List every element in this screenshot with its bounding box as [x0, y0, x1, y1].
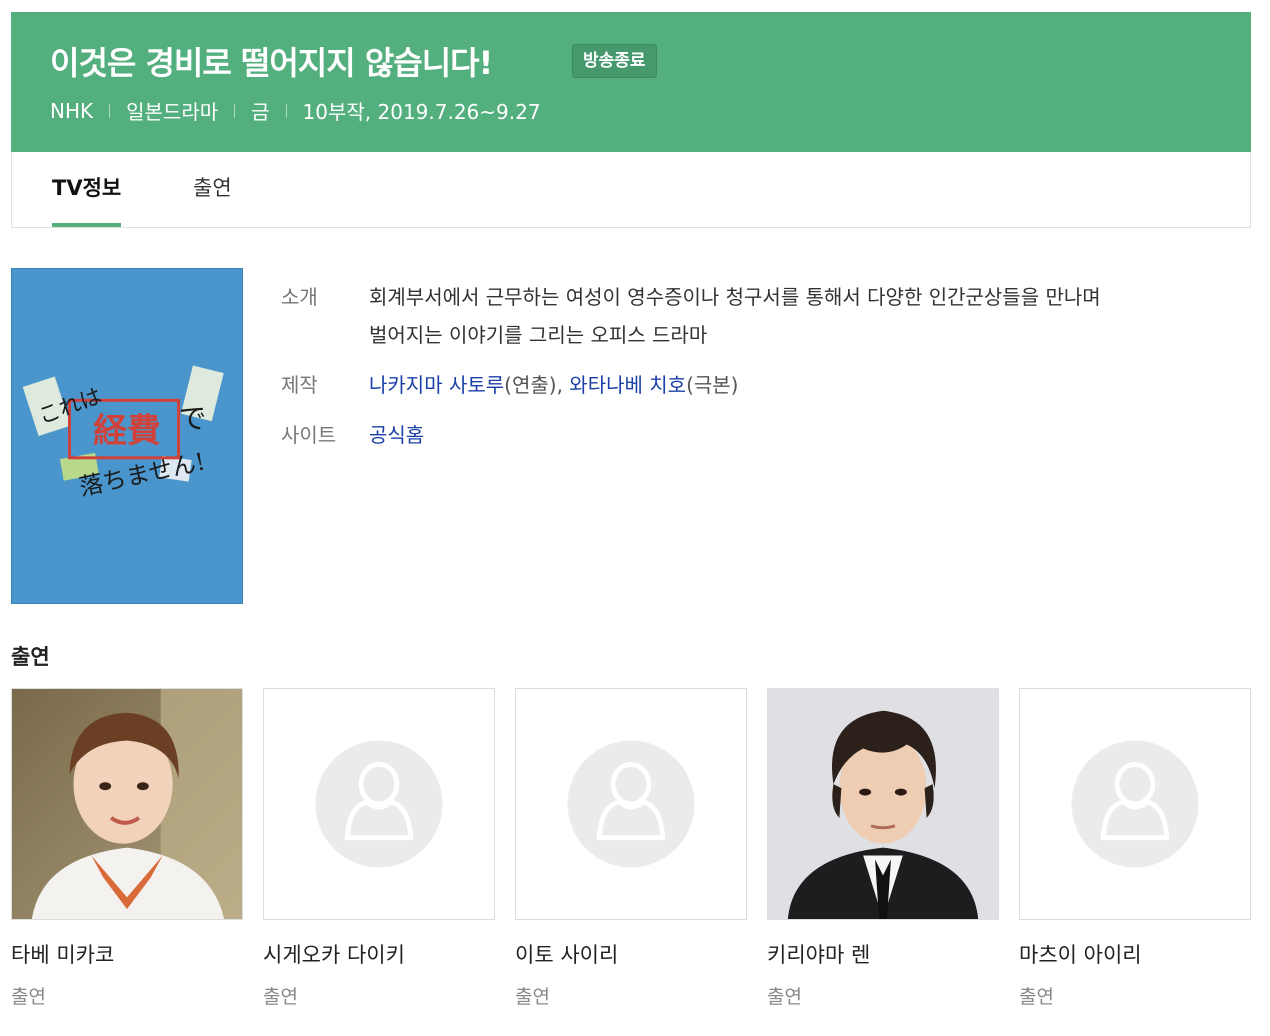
- cast-photo[interactable]: [1019, 688, 1251, 920]
- cast-role: 출연: [1019, 986, 1054, 1008]
- divider: [285, 103, 287, 118]
- person-placeholder-icon: [1071, 740, 1199, 868]
- day-label: 금: [251, 100, 270, 124]
- cast-card[interactable]: 키리야마 렌 출연: [767, 688, 999, 1009]
- cast-name[interactable]: 이토 사이리: [515, 939, 747, 969]
- status-badge: 방송종료: [572, 44, 657, 78]
- cast-photo[interactable]: [515, 688, 747, 920]
- cast-name[interactable]: 키리야마 렌: [767, 939, 999, 969]
- cast-role: 출연: [11, 986, 46, 1008]
- tab-tv-info[interactable]: TV정보: [52, 152, 122, 227]
- cast-card[interactable]: 마츠이 아이리 출연: [1019, 688, 1251, 1009]
- cast-name[interactable]: 시게오카 다이키: [263, 939, 495, 969]
- site-row: 사이트 공식홈: [281, 416, 1241, 454]
- person-photo: [768, 689, 998, 919]
- page-title: 이것은 경비로 떨어지지 않습니다!: [50, 44, 493, 82]
- cast-photo[interactable]: [767, 688, 999, 920]
- production-value: 나카지마 사토루(연출), 와타나베 치호(극본): [369, 366, 1209, 404]
- genre-label: 일본드라마: [126, 100, 219, 124]
- channel-label: NHK: [50, 98, 94, 123]
- intro-text: 회계부서에서 근무하는 여성이 영수증이나 청구서를 통해서 다양한 인간군상들…: [369, 278, 1209, 354]
- cast-name[interactable]: 마츠이 아이리: [1019, 939, 1251, 969]
- site-label: 사이트: [281, 423, 337, 447]
- program-info: 소개 회계부서에서 근무하는 여성이 영수증이나 청구서를 통해서 다양한 인간…: [281, 278, 1241, 466]
- cast-role: 출연: [515, 986, 550, 1008]
- official-site-link[interactable]: 공식홈: [369, 423, 424, 447]
- cast-card[interactable]: 타베 미카코 출연: [11, 688, 243, 1009]
- program-meta: NHK 일본드라마 금 10부작, 2019.7.26~9.27: [50, 96, 541, 125]
- cast-role: 출연: [263, 986, 298, 1008]
- intro-line: 회계부서에서 근무하는 여성이 영수증이나 청구서를 통해서 다양한 인간군상들…: [369, 285, 1101, 309]
- person-placeholder-icon: [567, 740, 695, 868]
- production-row: 제작 나카지마 사토루(연출), 와타나베 치호(극본): [281, 366, 1241, 404]
- episodes-label: 10부작, 2019.7.26~9.27: [302, 100, 541, 124]
- director-link[interactable]: 나카지마 사토루: [369, 373, 504, 397]
- intro-line: 벌어지는 이야기를 그리는 오피스 드라마: [369, 323, 708, 347]
- svg-text:で: で: [179, 402, 207, 435]
- intro-row: 소개 회계부서에서 근무하는 여성이 영수증이나 청구서를 통해서 다양한 인간…: [281, 278, 1241, 354]
- writer-link[interactable]: 와타나베 치호: [569, 373, 686, 397]
- tab-bar: TV정보 출연: [11, 152, 1251, 228]
- cast-name[interactable]: 타베 미카코: [11, 939, 243, 969]
- header-banner: 이것은 경비로 떨어지지 않습니다! 방송종료 NHK 일본드라마 금 10부작…: [11, 12, 1251, 152]
- cast-card[interactable]: 시게오카 다이키 출연: [263, 688, 495, 1009]
- cast-photo[interactable]: [263, 688, 495, 920]
- writer-role: (극본): [686, 373, 739, 397]
- poster-image[interactable]: 経費 これは 落ちません! で: [11, 268, 243, 604]
- director-role: (연출): [504, 373, 557, 397]
- tab-cast[interactable]: 출연: [193, 152, 232, 227]
- svg-text:経費: 経費: [93, 410, 160, 450]
- production-label: 제작: [281, 373, 318, 397]
- cast-card[interactable]: 이토 사이리 출연: [515, 688, 747, 1009]
- divider: [234, 103, 236, 118]
- poster-art: 経費 これは 落ちません! で: [12, 269, 242, 603]
- cast-role: 출연: [767, 986, 802, 1008]
- divider: [109, 103, 111, 118]
- cast-section-title: 출연: [11, 645, 50, 669]
- cast-photo[interactable]: [11, 688, 243, 920]
- person-placeholder-icon: [315, 740, 443, 868]
- intro-label: 소개: [281, 285, 318, 309]
- comma-separator: ,: [556, 373, 570, 397]
- person-photo: [12, 689, 242, 919]
